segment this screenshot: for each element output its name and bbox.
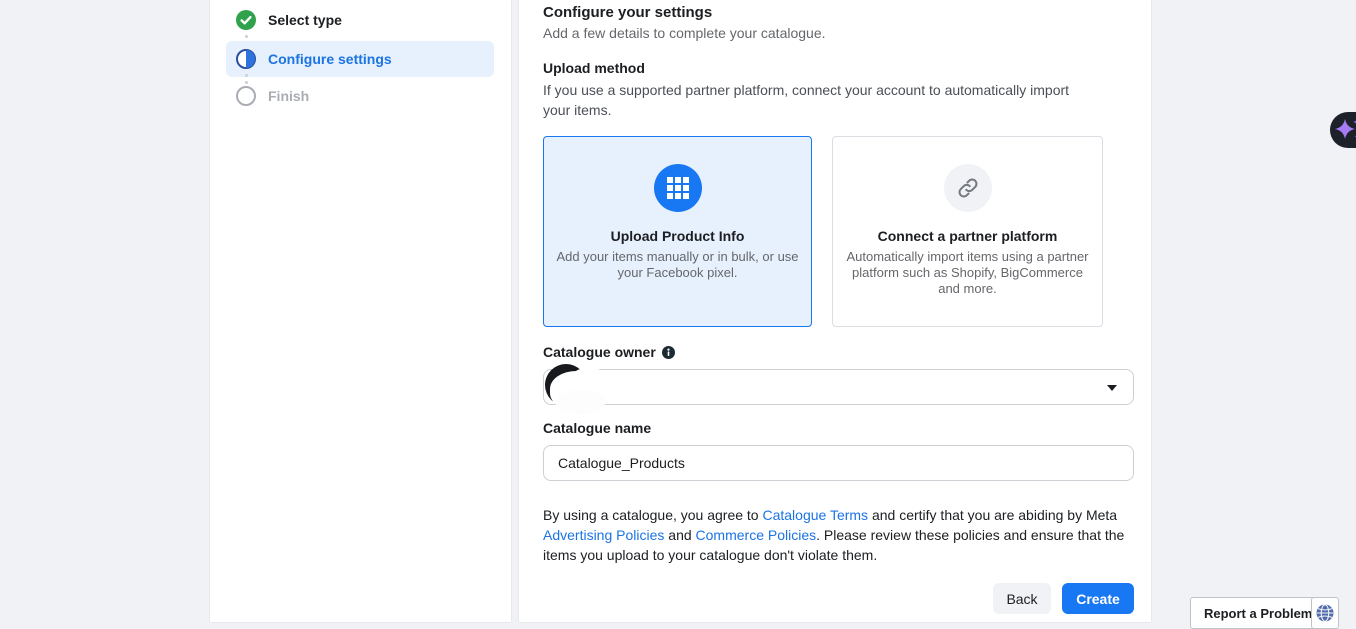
connect-partner-platform-card[interactable]: Connect a partner platform Automatically…	[832, 136, 1103, 327]
check-circle-icon	[236, 10, 256, 30]
card-title: Connect a partner platform	[833, 228, 1102, 244]
step-connector-dot	[245, 74, 248, 77]
report-problem-button[interactable]: Report a Problem	[1190, 597, 1326, 629]
configure-settings-panel: Configure your settings Add a few detail…	[519, 0, 1151, 622]
upload-method-label: Upload method	[543, 60, 645, 76]
step-label: Finish	[268, 88, 309, 104]
catalogue-owner-select[interactable]	[543, 369, 1134, 405]
catalogue-name-label: Catalogue name	[543, 420, 651, 436]
page-title: Configure your settings	[543, 4, 712, 21]
half-filled-circle-icon	[236, 49, 256, 69]
catalogue-owner-label: Catalogue owner	[543, 344, 675, 360]
sparkles-icon	[1335, 116, 1356, 144]
step-connector-dot	[245, 35, 248, 38]
globe-icon	[1316, 604, 1334, 622]
terms-text: By using a catalogue, you agree to Catal…	[543, 505, 1131, 565]
page-subtitle: Add a few details to complete your catal…	[543, 25, 826, 41]
catalogue-terms-link[interactable]: Catalogue Terms	[762, 507, 868, 523]
card-description: Add your items manually or in bulk, or u…	[552, 249, 804, 281]
card-title: Upload Product Info	[544, 228, 811, 244]
step-label: Configure settings	[268, 51, 392, 67]
catalogue-name-input[interactable]	[543, 445, 1134, 481]
step-finish: Finish	[226, 78, 494, 114]
step-configure-settings[interactable]: Configure settings	[226, 41, 494, 77]
back-button[interactable]: Back	[993, 583, 1051, 614]
empty-circle-icon	[236, 86, 256, 106]
step-select-type[interactable]: Select type	[226, 2, 494, 38]
info-icon[interactable]	[662, 346, 675, 359]
globe-language-button[interactable]	[1311, 597, 1339, 629]
upload-product-info-card[interactable]: Upload Product Info Add your items manua…	[543, 136, 812, 327]
wizard-steps-panel: Select type Configure settings Finish	[210, 0, 511, 622]
advertising-policies-link[interactable]: Advertising Policies	[543, 527, 664, 543]
step-label: Select type	[268, 12, 342, 28]
upload-method-description: If you use a supported partner platform,…	[543, 80, 1091, 120]
create-button[interactable]: Create	[1062, 583, 1134, 614]
link-icon	[944, 164, 992, 212]
commerce-policies-link[interactable]: Commerce Policies	[696, 527, 817, 543]
card-description: Automatically import items using a partn…	[842, 249, 1094, 297]
grid-icon	[654, 164, 702, 212]
caret-down-icon	[1107, 385, 1117, 391]
catalogue-wizard-page: { "colors": { "accent_blue": "#1877f2", …	[0, 0, 1356, 622]
ai-assistant-button[interactable]	[1330, 112, 1356, 148]
